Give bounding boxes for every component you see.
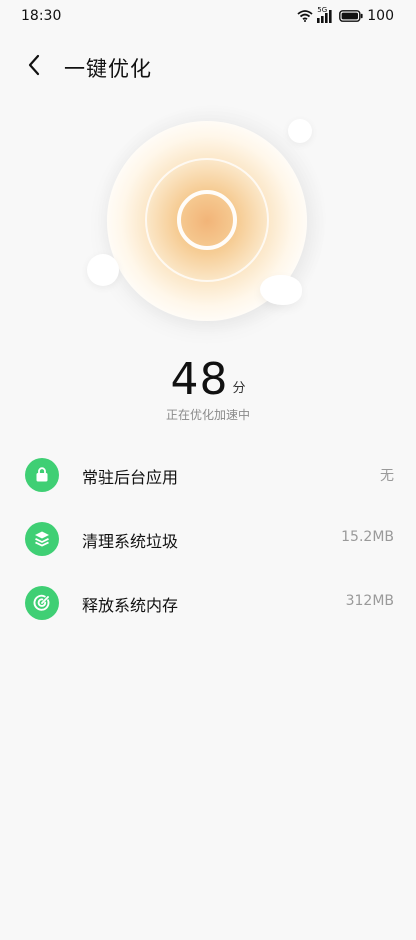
score-unit: 分 bbox=[232, 381, 246, 396]
list-item-label: 清理系统垃圾 bbox=[82, 532, 179, 551]
list-item-system-memory[interactable]: 释放系统内存 312MB bbox=[0, 571, 416, 635]
list-item-background-apps[interactable]: 常驻后台应用 无 bbox=[0, 443, 416, 507]
list-item-label: 释放系统内存 bbox=[82, 596, 179, 615]
list-item-value: 无 bbox=[380, 468, 394, 484]
lock-icon bbox=[25, 458, 59, 492]
score-value: 48 bbox=[170, 354, 229, 405]
wifi-icon bbox=[297, 10, 313, 22]
optimization-orb bbox=[0, 95, 416, 355]
orb-inner-ring bbox=[177, 190, 237, 250]
layers-icon bbox=[25, 522, 59, 556]
target-icon bbox=[25, 586, 59, 620]
list-item-label: 常驻后台应用 bbox=[82, 468, 179, 487]
header: 一键优化 bbox=[0, 44, 416, 90]
battery-level: 100 bbox=[367, 8, 394, 24]
battery-icon bbox=[339, 10, 363, 22]
list-item-system-junk[interactable]: 清理系统垃圾 15.2MB bbox=[0, 507, 416, 571]
optimization-status: 正在优化加速中 bbox=[165, 408, 250, 422]
status-bar: 18:30 5G 100 bbox=[0, 0, 416, 34]
optimization-list: 常驻后台应用 无 清理系统垃圾 15.2MB 释放系统内存 312MB bbox=[0, 443, 416, 635]
orb-bubble bbox=[288, 119, 312, 143]
back-button[interactable] bbox=[20, 53, 48, 81]
chevron-left-icon bbox=[27, 54, 41, 80]
status-time: 18:30 bbox=[21, 8, 62, 24]
score-display: 48 分 bbox=[0, 356, 416, 404]
status-icons: 5G 100 bbox=[297, 6, 394, 24]
page-title: 一键优化 bbox=[64, 57, 152, 81]
orb-bubble bbox=[260, 275, 302, 305]
list-item-value: 312MB bbox=[345, 593, 394, 609]
orb-bubble bbox=[87, 254, 119, 286]
cellular-signal-icon: 5G bbox=[317, 6, 335, 23]
list-item-value: 15.2MB bbox=[341, 529, 394, 545]
